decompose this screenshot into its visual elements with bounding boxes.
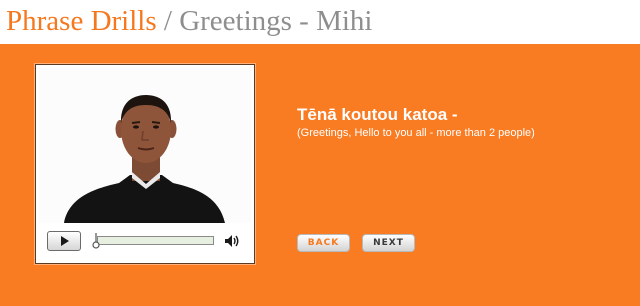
speaker-icon[interactable] bbox=[224, 234, 240, 248]
page-header: Phrase Drills / Greetings - Mihi bbox=[0, 0, 640, 44]
breadcrumb-separator: / bbox=[156, 5, 180, 37]
back-button[interactable]: BACK bbox=[297, 234, 350, 252]
seek-bar[interactable] bbox=[97, 236, 214, 245]
breadcrumb-section[interactable]: Phrase Drills bbox=[6, 5, 157, 37]
speaker-video-image bbox=[39, 68, 251, 223]
video-frame[interactable] bbox=[39, 68, 251, 223]
page-title: Phrase Drills / Greetings - Mihi bbox=[6, 3, 373, 39]
breadcrumb-page: Greetings - Mihi bbox=[179, 5, 373, 37]
play-icon bbox=[61, 236, 69, 246]
phrase-text: Tēnā koutou katoa - bbox=[297, 105, 458, 124]
play-button[interactable] bbox=[47, 231, 81, 251]
video-player bbox=[35, 64, 255, 264]
lesson-panel: Tēnā koutou katoa - (Greetings, Hello to… bbox=[0, 44, 640, 306]
phrase-translation: (Greetings, Hello to you all - more than… bbox=[297, 127, 535, 139]
player-controls bbox=[36, 225, 254, 263]
next-button[interactable]: NEXT bbox=[362, 234, 415, 252]
seek-thumb[interactable] bbox=[92, 233, 100, 249]
